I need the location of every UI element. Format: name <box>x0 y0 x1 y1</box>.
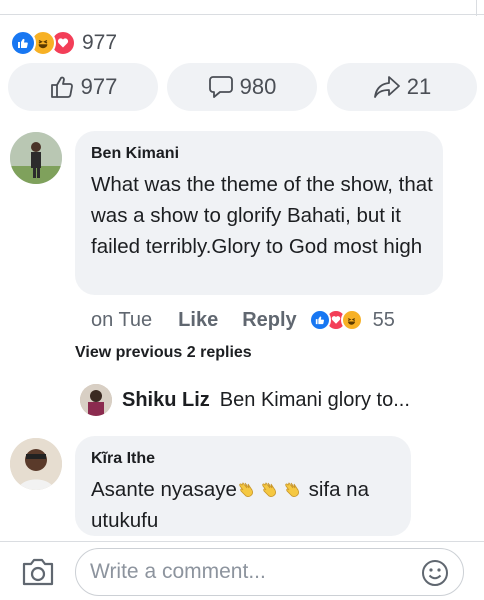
view-previous-replies-link[interactable]: View previous 2 replies <box>75 344 252 362</box>
comment-text-part: Asante nyasaye <box>91 478 237 501</box>
clapping-hands-icon <box>260 477 280 497</box>
reaction-summary[interactable]: 977 <box>10 28 117 58</box>
avatar <box>80 384 112 416</box>
reply-text: Ben Kimani glory to... <box>219 388 410 411</box>
camera-icon[interactable] <box>20 556 56 588</box>
comment-time[interactable]: on Tue <box>91 309 152 332</box>
reply-preview[interactable]: Shiku Liz Ben Kimani glory to... <box>80 384 410 416</box>
like-reaction-icon <box>10 30 36 56</box>
thumbs-up-icon <box>49 74 75 100</box>
comment-author[interactable]: Ben Kimani <box>91 145 179 163</box>
like-count: 977 <box>80 74 118 99</box>
comment-reaction-count: 55 <box>372 308 395 331</box>
reply-author[interactable]: Shiku Liz <box>122 389 210 412</box>
divider <box>0 14 484 15</box>
comment-meta: on Tue Like Reply 55 <box>91 305 395 335</box>
comment-input-placeholder: Write a comment... <box>90 560 266 583</box>
comment-input[interactable]: Write a comment... <box>75 548 464 596</box>
clapping-hands-icon <box>283 477 303 497</box>
comment-bubble: Ben Kimani What was the theme of the sho… <box>75 131 443 295</box>
comment-count: 980 <box>239 74 277 99</box>
comment-bubble: Kĩra Ithe Asante nyasaye sifa na utukufu <box>75 436 411 536</box>
avatar[interactable] <box>10 438 62 490</box>
share-arrow-icon <box>373 74 401 100</box>
share-count: 21 <box>406 74 432 99</box>
smiley-face-icon[interactable] <box>421 559 449 587</box>
haha-reaction-icon <box>340 309 363 331</box>
clapping-hands-icon <box>237 477 257 497</box>
divider <box>476 0 477 16</box>
reaction-count: 977 <box>82 31 118 54</box>
comment-text: What was the theme of the show, that was… <box>91 173 433 258</box>
comment-text: Asante nyasaye sifa na utukufu <box>91 474 401 536</box>
share-button[interactable]: 21 <box>327 63 477 111</box>
like-button[interactable]: 977 <box>8 63 158 111</box>
avatar[interactable] <box>10 132 62 184</box>
comment-author[interactable]: Kĩra Ithe <box>91 450 155 468</box>
like-reaction-icon <box>308 309 331 331</box>
divider <box>0 541 484 542</box>
comment-button[interactable]: 980 <box>167 63 317 111</box>
comment-like-link[interactable]: Like <box>178 309 218 332</box>
comment-reply-link[interactable]: Reply <box>242 309 296 332</box>
speech-bubble-icon <box>208 74 234 100</box>
comment-reactions[interactable]: 55 <box>308 308 395 332</box>
